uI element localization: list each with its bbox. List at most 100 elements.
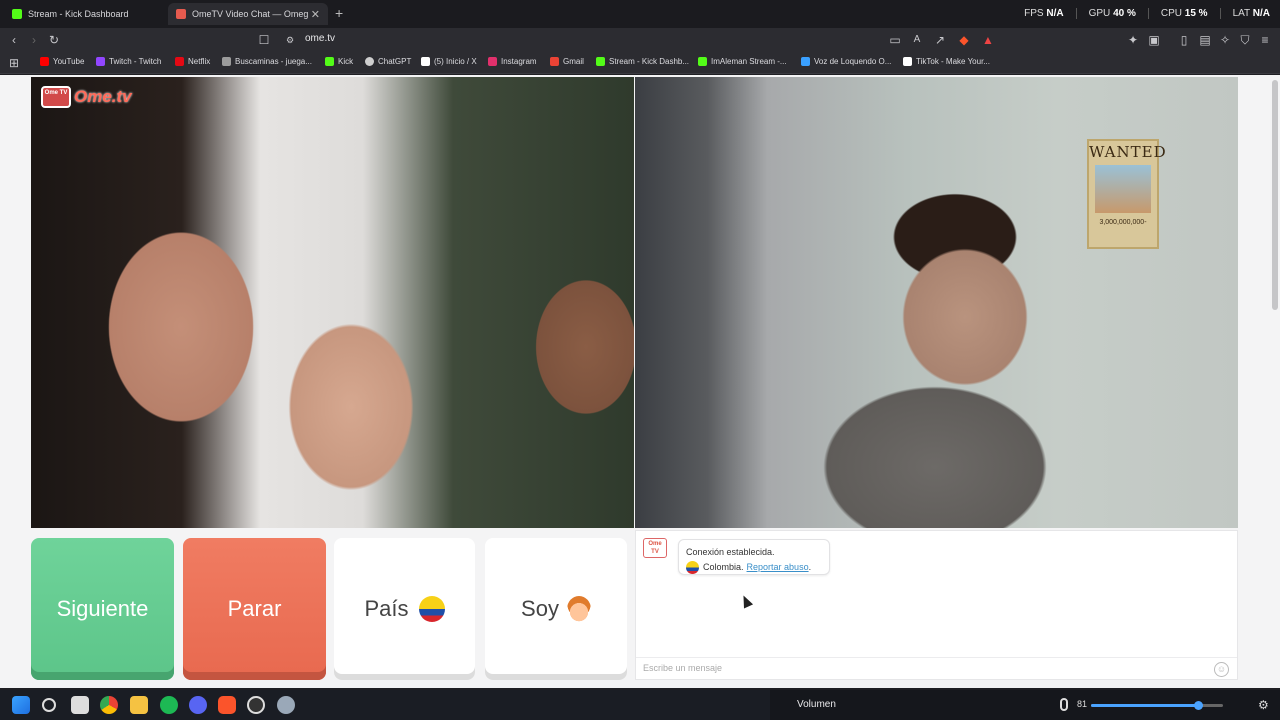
bookmark-buscaminas[interactable]: Buscaminas - juega...	[222, 57, 312, 66]
gender-button[interactable]: Soy	[485, 538, 627, 680]
scrollbar[interactable]	[1272, 80, 1278, 310]
tab-kick-dashboard[interactable]: Stream - Kick Dashboard	[4, 3, 164, 25]
browser-toolbar: ‹ › ↻ ☐ ⚙ ome.tv ▭ A ↗ ◆ ▲ ✦ ▣ ▯ ▤ ✧ ⛉ ≡	[0, 28, 1280, 52]
gear-icon[interactable]: ⚙	[1258, 698, 1269, 712]
wallet-icon[interactable]: ▤	[1197, 32, 1213, 48]
poster-bounty: 3,000,000,000-	[1099, 219, 1147, 226]
ometv-icon	[176, 9, 186, 19]
new-tab-button[interactable]: +	[335, 5, 343, 21]
boy-icon	[566, 596, 591, 622]
report-abuse-link[interactable]: Reportar abuso	[747, 560, 809, 575]
minesweeper-icon	[222, 57, 231, 66]
message-input[interactable]	[643, 663, 1203, 673]
brave-icon[interactable]	[218, 696, 236, 714]
reload-icon[interactable]: ↻	[46, 32, 62, 48]
twitch-icon	[96, 57, 105, 66]
kick-icon	[12, 9, 22, 19]
instagram-icon	[488, 57, 497, 66]
apps-grid-icon[interactable]: ⊞	[6, 55, 22, 71]
file-explorer-icon[interactable]	[130, 696, 148, 714]
audio-wave-icon	[801, 57, 810, 66]
lat-stat: LAT N/A	[1232, 8, 1270, 19]
x-icon	[421, 57, 430, 66]
volume-value: 81	[1077, 699, 1088, 709]
volume-flyout: Volumen 81 ⚙	[770, 690, 1280, 720]
tab-ometv[interactable]: OmeTV Video Chat — Omeg ✕	[168, 3, 328, 25]
translate-icon[interactable]: A	[909, 32, 925, 48]
tiktok-icon	[903, 57, 912, 66]
share-icon[interactable]: ↗	[932, 32, 948, 48]
cpu-stat: CPU 15 %	[1160, 8, 1208, 19]
extensions-icon[interactable]: ✦	[1125, 32, 1141, 48]
bookmark-kick-dashboard[interactable]: Stream - Kick Dashb...	[596, 57, 689, 66]
partner-country: Colombia.	[703, 562, 744, 572]
bookmark-tiktok[interactable]: TikTok - Make Your...	[903, 57, 990, 66]
chat-panel: Ome TV Conexión establecida. Colombia. R…	[635, 530, 1238, 680]
divider	[1219, 8, 1221, 19]
spotify-icon[interactable]	[160, 696, 178, 714]
cast-icon[interactable]: ▭	[887, 32, 903, 48]
tab-title: Stream - Kick Dashboard	[28, 9, 129, 19]
remote-video: WANTED 3,000,000,000-	[635, 77, 1238, 528]
volume-slider[interactable]	[1091, 701, 1223, 710]
performance-stats: FPS N/A GPU 40 % CPU 15 % LAT N/A	[1024, 8, 1270, 19]
wanted-poster: WANTED 3,000,000,000-	[1087, 139, 1167, 249]
bookmark-kick[interactable]: Kick	[325, 57, 353, 66]
windows-start-icon[interactable]	[12, 696, 30, 714]
poster-title: WANTED	[1089, 143, 1167, 161]
bookmark-netflix[interactable]: Netflix	[175, 57, 210, 66]
vpn-icon[interactable]: ⛉	[1237, 32, 1253, 48]
site-info-icon[interactable]: ⚙	[282, 32, 298, 48]
system-message: Conexión establecida. Colombia. Reportar…	[678, 539, 830, 575]
bookmark-instagram[interactable]: Instagram	[488, 57, 537, 66]
leo-icon[interactable]: ✧	[1217, 32, 1233, 48]
country-button[interactable]: País	[334, 538, 475, 680]
bookmark-chatgpt[interactable]: ChatGPT	[365, 57, 411, 66]
chrome-icon[interactable]	[100, 696, 118, 714]
brave-shield-icon[interactable]: ◆	[956, 32, 972, 48]
connection-status: Conexión establecida.	[686, 547, 775, 557]
kick-icon	[325, 57, 334, 66]
logo-text: Ome.tv	[74, 87, 132, 106]
chatgpt-icon	[365, 57, 374, 66]
colombia-flag-icon	[418, 596, 445, 622]
search-icon[interactable]	[42, 698, 56, 712]
divider	[1147, 8, 1149, 19]
bookmark-loquendo[interactable]: Voz de Loquendo O...	[801, 57, 891, 66]
bookmark-icon[interactable]: ☐	[256, 32, 272, 48]
colombia-flag-icon	[686, 561, 699, 574]
menu-icon[interactable]: ≡	[1257, 32, 1273, 48]
back-icon[interactable]: ‹	[6, 32, 22, 48]
youtube-icon	[40, 57, 49, 66]
volume-label: Volumen	[797, 699, 836, 710]
sidebar-icon[interactable]: ▯	[1176, 32, 1192, 48]
obs-icon[interactable]	[247, 696, 265, 714]
bookmark-imaleman[interactable]: ImAleman Stream -...	[698, 57, 787, 66]
stop-button[interactable]: Parar	[183, 538, 326, 680]
gmail-icon	[550, 57, 559, 66]
tab-title: OmeTV Video Chat — Omeg	[192, 9, 309, 19]
brave-rewards-icon[interactable]: ▲	[980, 32, 996, 48]
store-icon[interactable]	[71, 696, 89, 714]
divider	[1075, 8, 1077, 19]
forward-icon[interactable]: ›	[26, 32, 42, 48]
close-icon[interactable]: ✕	[311, 8, 320, 21]
microphone-icon[interactable]	[1060, 698, 1068, 711]
gpu-stat: GPU 40 %	[1088, 8, 1136, 19]
next-button[interactable]: Siguiente	[31, 538, 174, 680]
settings-icon[interactable]	[277, 696, 295, 714]
emoji-icon[interactable]: ☺	[1214, 662, 1229, 677]
discord-icon[interactable]	[189, 696, 207, 714]
bookmark-youtube[interactable]: YouTube	[40, 57, 84, 66]
tab-strip: Stream - Kick Dashboard OmeTV Video Chat…	[0, 0, 1280, 28]
bookmark-twitch[interactable]: Twitch - Twitch	[96, 57, 161, 66]
address-bar[interactable]: ome.tv	[305, 33, 335, 44]
bookmark-x[interactable]: (5) Inicio / X	[421, 57, 477, 66]
bookmark-gmail[interactable]: Gmail	[550, 57, 584, 66]
tv-logo-icon: Ome TV	[41, 86, 71, 108]
local-video	[31, 77, 634, 528]
ometv-logo: Ome TV Ome.tv	[41, 86, 132, 108]
tab-manager-icon[interactable]: ▣	[1146, 32, 1162, 48]
poster-picture	[1095, 165, 1151, 213]
volume-knob[interactable]	[1193, 701, 1203, 710]
